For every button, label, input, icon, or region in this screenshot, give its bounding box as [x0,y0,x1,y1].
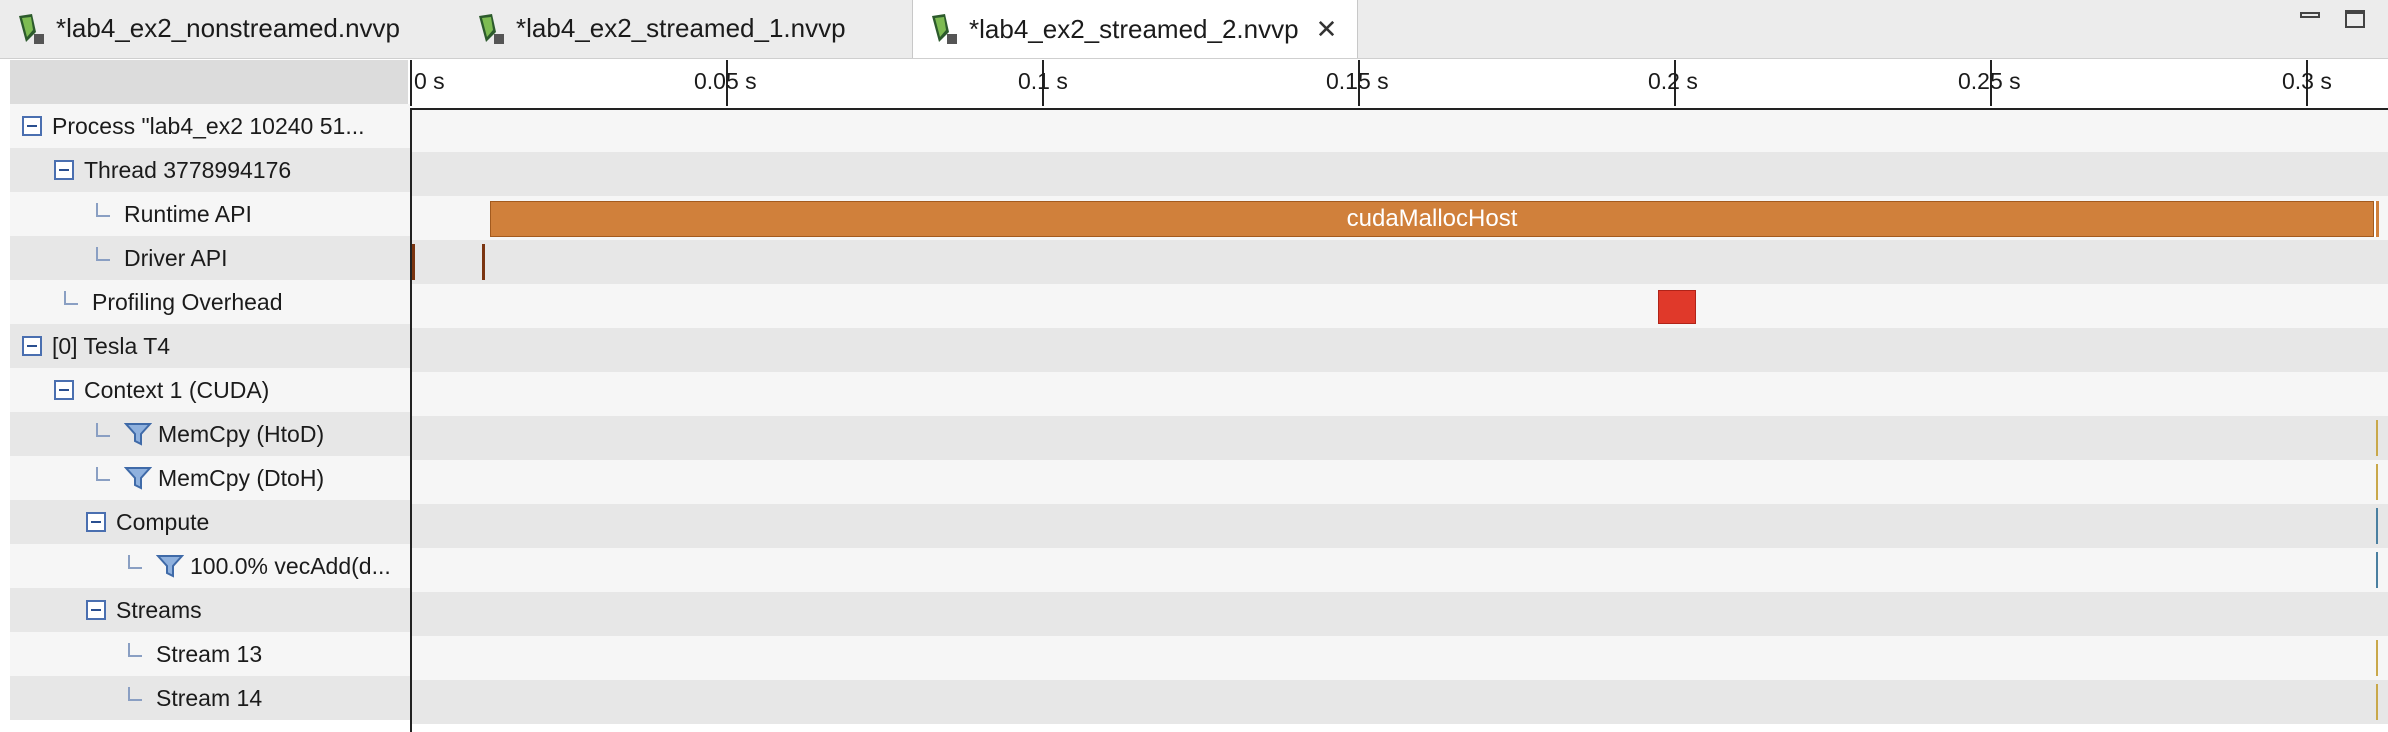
tree-row-label: MemCpy (DtoH) [158,464,325,491]
timeline-row [410,284,2388,328]
driver-api-event-mark[interactable] [412,244,415,280]
timeline-row [410,108,2388,152]
filter-icon[interactable] [124,465,152,491]
timeline-panel[interactable]: 0 s 0.05 s 0.1 s 0.15 s 0.2 s 0.25 s 0.3… [410,60,2388,732]
timeline-row [410,460,2388,504]
profiling-overhead-block[interactable] [1658,290,1696,324]
tab-label: *lab4_ex2_streamed_1.nvvp [516,13,846,43]
tree-elbow-icon [128,643,142,657]
tree-elbow-icon [96,467,110,481]
timeline-row [410,548,2388,592]
filter-icon[interactable] [156,553,184,579]
maximize-icon[interactable] [2345,10,2365,28]
ruler-tick-label: 0 s [414,68,445,94]
tree-row-label: Stream 13 [156,640,263,667]
nvvp-file-icon [932,14,957,44]
ruler-tick-label: 0.25 s [1958,68,2021,94]
tree-elbow-icon [128,555,142,569]
ruler-tick [410,60,412,106]
tree-elbow-icon [96,423,110,437]
timeline-row [410,240,2388,284]
tab-lab4-ex2-streamed-1[interactable]: *lab4_ex2_streamed_1.nvvp [476,0,846,57]
stream-13-mark[interactable] [2376,640,2378,676]
timeline-row [410,328,2388,372]
compute-mark[interactable] [2376,508,2378,544]
filter-icon[interactable] [124,421,152,447]
tree-row-label: [0] Tesla T4 [52,332,171,359]
timeline-origin-line [410,108,412,732]
stream-14-mark[interactable] [2376,684,2378,720]
vecadd-kernel-mark[interactable] [2376,552,2378,588]
tab-lab4-ex2-nonstreamed[interactable]: *lab4_ex2_nonstreamed.nvvp [16,0,400,57]
tree-row-label: Context 1 (CUDA) [84,376,270,403]
ruler-tick-label: 0.3 s [2282,68,2332,94]
tree-elbow-icon [128,687,142,701]
timeline-row [410,372,2388,416]
timeline-row [410,416,2388,460]
time-ruler[interactable]: 0 s 0.05 s 0.1 s 0.15 s 0.2 s 0.25 s 0.3… [410,60,2388,110]
nvvp-file-icon [479,13,504,44]
tree-row-process[interactable]: Process "lab4_ex2 10240 51... [10,104,420,148]
tree-elbow-icon [64,291,78,305]
tree-row-label: Streams [116,596,202,623]
tree-row-label: Driver API [124,244,228,271]
tree-row-profiling-overhead[interactable]: Profiling Overhead [10,280,462,324]
tree-row-label: 100.0% vecAdd(d... [190,552,391,579]
editor-tab-bar: *lab4_ex2_nonstreamed.nvvp *lab4_ex2_str… [0,0,2388,59]
timeline-row [410,592,2388,636]
timeline-tree-panel: Process "lab4_ex2 10240 51... Thread 377… [10,60,526,732]
ruler-tick-label: 0.15 s [1326,68,1389,94]
bar-label: cudaMallocHost [1346,205,1518,232]
collapse-icon[interactable] [86,512,106,532]
minimize-icon[interactable] [2300,12,2320,18]
ruler-tick-label: 0.05 s [694,68,757,94]
tab-label: *lab4_ex2_streamed_2.nvvp [969,13,1299,44]
runtime-api-event-mark[interactable] [2374,201,2379,237]
tab-lab4-ex2-streamed-2[interactable]: *lab4_ex2_streamed_2.nvvp ✕ [912,0,1358,58]
timeline-row [410,636,2388,680]
collapse-icon[interactable] [54,160,74,180]
cudamallochost-bar[interactable]: cudaMallocHost [490,201,2374,237]
tree-elbow-icon [96,203,110,217]
close-icon[interactable]: ✕ [1313,14,1341,45]
timeline-row [410,504,2388,548]
collapse-icon[interactable] [86,600,106,620]
tree-row-label: MemCpy (HtoD) [158,420,325,447]
driver-api-event-mark[interactable] [482,244,485,280]
tree-row-tesla-t4[interactable]: [0] Tesla T4 [10,324,420,368]
tree-header [10,60,408,104]
tree-row-label: Runtime API [124,200,252,227]
tree-elbow-icon [96,247,110,261]
timeline-row [410,152,2388,196]
collapse-icon[interactable] [54,380,74,400]
memcpy-htod-mark[interactable] [2376,420,2378,456]
tree-row-label: Profiling Overhead [92,288,283,315]
tree-row-label: Compute [116,508,210,535]
memcpy-dtoh-mark[interactable] [2376,464,2378,500]
collapse-icon[interactable] [22,336,42,356]
tab-label: *lab4_ex2_nonstreamed.nvvp [56,13,401,43]
tree-row-label: Process "lab4_ex2 10240 51... [52,112,365,139]
nvvp-file-icon [19,13,44,44]
timeline-row [410,680,2388,724]
ruler-tick-label: 0.1 s [1018,68,1068,94]
tree-row-thread[interactable]: Thread 3778994176 [10,148,452,192]
tree-row-context-1[interactable]: Context 1 (CUDA) [10,368,452,412]
ruler-tick-label: 0.2 s [1648,68,1698,94]
collapse-icon[interactable] [22,116,42,136]
tree-row-label: Stream 14 [156,684,263,711]
tree-row-label: Thread 3778994176 [84,156,292,183]
